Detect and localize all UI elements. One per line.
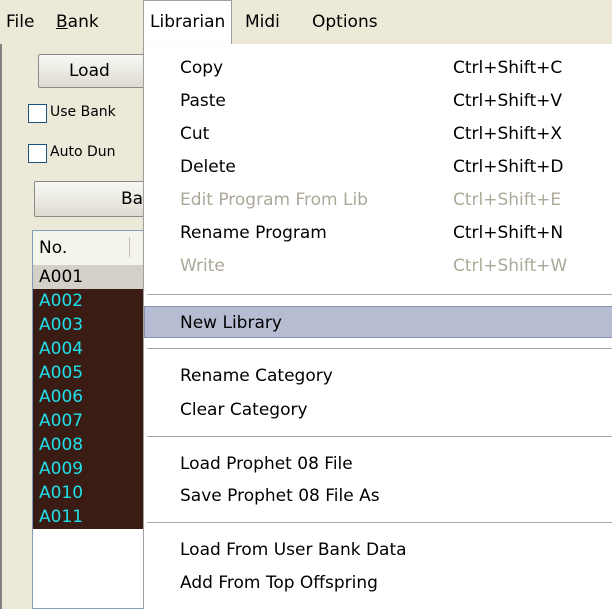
menu-item-label: Write [180,256,225,276]
menu-item-load-prophet-file[interactable]: Load Prophet 08 File [144,448,612,480]
menu-bank[interactable]: Bank [50,0,105,44]
menu-item-label: Save Prophet 08 File As [180,486,380,506]
list-rows: A001 A002 A003 A004 A005 A006 A007 A008 A009 A010… [33,265,149,529]
list-item[interactable]: A003 [33,313,149,337]
menubar: File Bank Librarian Midi Options [0,0,612,44]
menu-item-label: Load Prophet 08 File [180,454,353,474]
use-bank-label: Use Bank [50,104,116,120]
menu-separator [147,294,612,295]
menu-item-load-from-user-bank[interactable]: Load From User Bank Data [144,534,612,566]
menu-item-label: Add From Top Offspring [180,573,378,593]
auto-dump-checkbox[interactable] [28,144,47,163]
menu-item-label: Paste [180,91,226,111]
menu-item-label: Edit Program From Lib [180,190,368,210]
menu-item-shortcut: Ctrl+Shift+N [453,223,564,243]
menu-file[interactable]: File [0,0,40,44]
list-item[interactable]: A011 [33,505,149,529]
list-item[interactable]: A007 [33,409,149,433]
menu-item-label: Clear Category [180,400,308,420]
menu-separator [147,522,612,523]
use-bank-checkbox[interactable] [28,104,47,123]
list-item[interactable]: A006 [33,385,149,409]
menu-item-write[interactable]: Write Ctrl+Shift+W [144,250,612,282]
menu-item-edit-program-from-lib[interactable]: Edit Program From Lib Ctrl+Shift+E [144,184,612,216]
list-header[interactable]: No. [33,231,149,266]
menu-item-label: Load From User Bank Data [180,540,407,560]
menu-item-delete[interactable]: Delete Ctrl+Shift+D [144,151,612,183]
menu-item-rename-program[interactable]: Rename Program Ctrl+Shift+N [144,217,612,249]
list-item[interactable]: A009 [33,457,149,481]
menu-item-save-prophet-file-as[interactable]: Save Prophet 08 File As [144,480,612,512]
column-no-header[interactable]: No. [39,238,67,258]
librarian-dropdown-menu: Copy Ctrl+Shift+C Paste Ctrl+Shift+V Cut… [143,44,612,609]
menu-item-label: New Library [180,313,282,333]
menu-item-label: Rename Program [180,223,327,243]
list-item[interactable]: A010 [33,481,149,505]
menu-item-paste[interactable]: Paste Ctrl+Shift+V [144,85,612,117]
menu-item-clear-category[interactable]: Clear Category [144,394,612,426]
menu-item-label: Delete [180,157,236,177]
menu-item-shortcut: Ctrl+Shift+E [453,190,562,210]
menu-midi[interactable]: Midi [239,0,286,44]
menu-options[interactable]: Options [306,0,384,44]
menu-item-label: Cut [180,124,210,144]
menu-item-label: Copy [180,58,224,78]
column-divider [129,237,130,257]
menu-item-rename-category[interactable]: Rename Category [144,360,612,392]
menu-item-shortcut: Ctrl+Shift+X [453,124,563,144]
menu-item-shortcut: Ctrl+Shift+D [453,157,564,177]
menu-item-label: Rename Category [180,366,333,386]
list-item[interactable]: A004 [33,337,149,361]
menu-item-shortcut: Ctrl+Shift+W [453,256,568,276]
list-item[interactable]: A008 [33,433,149,457]
list-item[interactable]: A005 [33,361,149,385]
menu-item-shortcut: Ctrl+Shift+C [453,58,563,78]
menu-item-cut[interactable]: Cut Ctrl+Shift+X [144,118,612,150]
menu-item-copy[interactable]: Copy Ctrl+Shift+C [144,52,612,84]
bank-button[interactable]: Ba [34,181,152,217]
program-list[interactable]: No. A001 A002 A003 A004 A005 A006 A007 A008 A009… [32,230,150,609]
menu-librarian[interactable]: Librarian [143,0,233,44]
load-button[interactable]: Load [38,54,152,88]
menu-item-add-from-top-offspring[interactable]: Add From Top Offspring [144,567,612,599]
menu-item-shortcut: Ctrl+Shift+V [453,91,563,111]
menu-separator [147,348,612,349]
list-item[interactable]: A001 [33,265,149,289]
menu-separator [147,436,612,437]
auto-dump-label: Auto Dun [50,144,116,160]
list-item[interactable]: A002 [33,289,149,313]
menu-item-new-library[interactable]: New Library [144,306,612,338]
